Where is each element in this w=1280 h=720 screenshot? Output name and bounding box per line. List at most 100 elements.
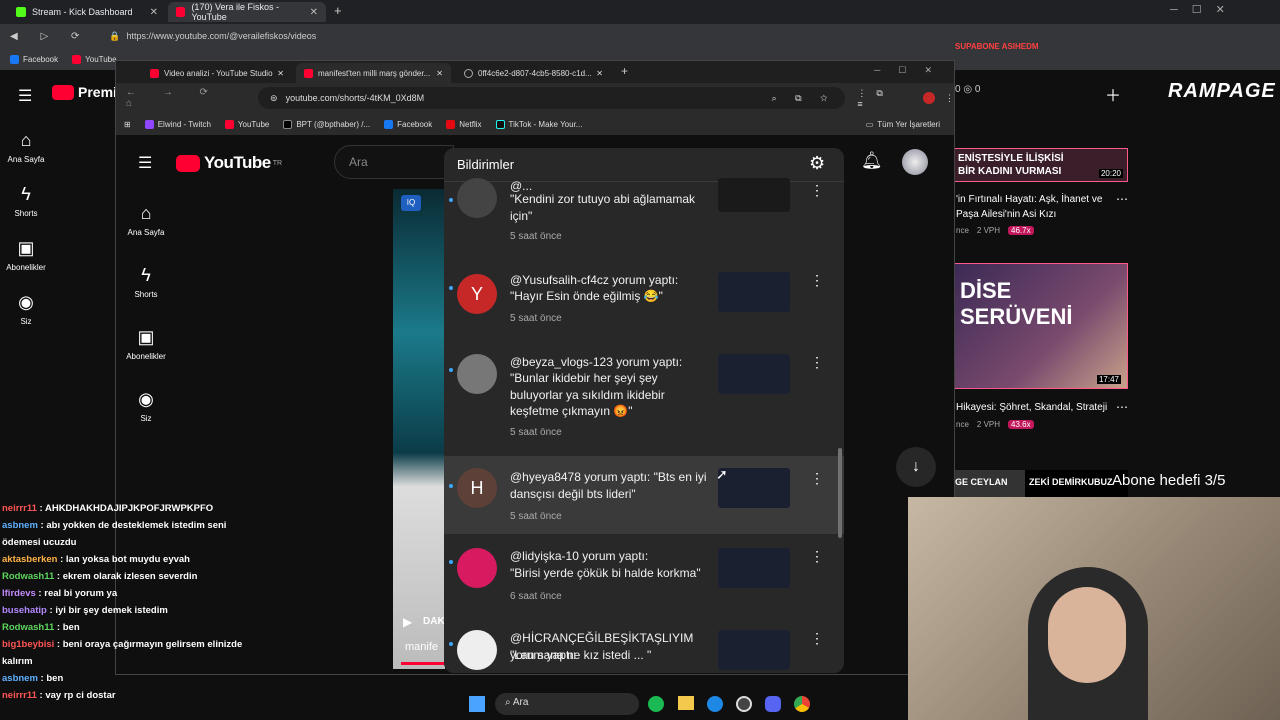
bg-nav-home[interactable]: ⌂ Ana Sayfa bbox=[0, 130, 58, 164]
nav-arrows-icon[interactable]: ◀ ▷ ⟳ bbox=[10, 31, 89, 42]
nav-shorts[interactable]: ϟ Shorts bbox=[114, 265, 178, 299]
more-vert-icon[interactable]: ⋮ bbox=[810, 182, 824, 199]
bg-nav-shorts[interactable]: ϟ Shorts bbox=[0, 184, 58, 218]
menu-icon[interactable]: ☰ bbox=[138, 153, 152, 173]
more-vert-icon[interactable]: ⋮ bbox=[810, 470, 824, 487]
video-title-1[interactable]: 'in Fırtınalı Hayatı: Aşk, İhanet ve Paş… bbox=[956, 192, 1106, 222]
bookmark-label: Facebook bbox=[23, 54, 59, 64]
duration: 17:47 bbox=[1096, 375, 1121, 384]
file-explorer-icon[interactable] bbox=[678, 696, 694, 710]
home-icon: ⌂ bbox=[140, 203, 152, 223]
chrome-icon[interactable] bbox=[794, 696, 810, 712]
inner-address-bar: ← → ⟳ ⌂ ⊜ youtube.com/shorts/-4tKM_0Xd8M… bbox=[116, 83, 954, 113]
all-bookmarks[interactable]: ▭ Tüm Yer İşaretleri bbox=[866, 120, 940, 129]
bookmark-tiktok[interactable]: TikTok - Make Your... bbox=[495, 119, 582, 129]
inner-tab-shorts[interactable]: manifest'ten milli marş gönder... ✕ bbox=[296, 63, 451, 83]
obs-icon[interactable] bbox=[736, 696, 752, 712]
notifications-panel: Bildirimler ⚙ @... "Kendini zor tutuyo a… bbox=[444, 148, 844, 673]
outer-url[interactable]: https://www.youtube.com/@verailefiskos/v… bbox=[127, 31, 317, 41]
globe-icon bbox=[464, 68, 473, 78]
account-avatar[interactable] bbox=[902, 149, 928, 175]
chat-user: asbnem bbox=[2, 673, 38, 684]
notification-thumbnail[interactable] bbox=[718, 548, 790, 588]
more-vert-icon[interactable]: ⋮ bbox=[810, 548, 824, 565]
window-controls-icon[interactable]: ─☐✕ bbox=[874, 65, 950, 76]
chat-line: neirrr11 : AHKDHAKHDAJIPJKPOFJRWPKPFO bbox=[2, 503, 214, 514]
notification-item[interactable]: @HİCRANÇEĞİLBEŞİKTAŞLIYIM yorum yaptı: "… bbox=[444, 622, 844, 673]
scroll-down-icon[interactable]: ↓ bbox=[896, 447, 936, 487]
close-icon[interactable]: ✕ bbox=[596, 69, 603, 78]
bg-nav-you[interactable]: ◉ Siz bbox=[0, 292, 58, 326]
more-icon[interactable]: ⋯ bbox=[1116, 192, 1128, 206]
video-thumbnail-3[interactable]: GE CEYLAN ZEKİ DEMİRKUBUZ bbox=[953, 470, 1128, 498]
windows-start-icon[interactable] bbox=[469, 696, 485, 712]
more-vert-icon[interactable]: ⋮ bbox=[810, 272, 824, 289]
more-vert-icon[interactable]: ⋮ bbox=[810, 354, 824, 371]
site-info-icon[interactable]: ⊜ bbox=[270, 93, 278, 104]
notifications-scrollbar[interactable] bbox=[838, 448, 842, 538]
bookmark-youtube[interactable]: YouTube bbox=[72, 54, 117, 64]
bookmark-twitch[interactable]: Elwind - Twitch bbox=[144, 119, 211, 129]
play-icon[interactable]: ▶ bbox=[403, 615, 412, 629]
extensions-icon[interactable]: ⋮⧉ ≡ bbox=[857, 88, 919, 109]
notification-item[interactable]: Y @Yusufsalih-cf4cz yorum yaptı: "Hayır … bbox=[444, 266, 844, 346]
notification-thumbnail[interactable] bbox=[718, 178, 790, 212]
progress-bar[interactable] bbox=[401, 662, 445, 665]
youtube-studio-icon bbox=[150, 68, 159, 78]
url-field[interactable]: ⊜ youtube.com/shorts/-4tKM_0Xd8M ⌕ ⧉ ☆ bbox=[258, 87, 846, 109]
search-input[interactable]: Ara bbox=[334, 145, 454, 179]
rampage-overlay: RAMPAGE bbox=[1168, 80, 1276, 102]
taskbar: ⌕ Ara bbox=[445, 690, 845, 720]
close-icon[interactable]: ✕ bbox=[436, 69, 443, 78]
notification-item[interactable]: @beyza_vlogs-123 yorum yaptı: "Bunlar ik… bbox=[444, 348, 844, 464]
video-title-2[interactable]: Hikayesi: Şöhret, Skandal, Strateji bbox=[956, 400, 1116, 415]
notification-item[interactable]: @lidyişka-10 yorum yaptı: "Birisi yerde … bbox=[444, 540, 844, 620]
notification-thumbnail[interactable] bbox=[718, 354, 790, 394]
taskbar-search[interactable]: ⌕ Ara bbox=[495, 693, 639, 715]
bookmark-facebook[interactable]: Facebook bbox=[384, 119, 432, 129]
bookmark-youtube[interactable]: YouTube bbox=[224, 119, 269, 129]
profile-avatar[interactable] bbox=[923, 92, 935, 104]
close-icon[interactable]: ✕ bbox=[277, 69, 284, 78]
discord-icon[interactable] bbox=[765, 696, 781, 712]
bookmark-netflix[interactable]: Netflix bbox=[446, 119, 482, 129]
chrome-menu-icon[interactable]: ⋮ bbox=[945, 93, 954, 104]
notification-thumbnail[interactable] bbox=[718, 468, 790, 508]
inner-tab-third[interactable]: 0ff4c6e2-d807-4cb5-8580-c1d... ✕ bbox=[456, 63, 611, 83]
create-icon[interactable]: ＋ bbox=[1105, 82, 1121, 106]
window-controls-icon[interactable]: ─☐✕ bbox=[1170, 3, 1239, 16]
nav-buttons-icon[interactable]: ← → ⟳ ⌂ bbox=[126, 87, 250, 109]
new-tab-icon[interactable]: + bbox=[621, 64, 628, 78]
apps-icon[interactable]: ⊞ bbox=[124, 120, 131, 129]
bookmark-x[interactable]: BPT (@bpthaber) /... bbox=[283, 119, 370, 129]
video-thumbnail-2[interactable]: DİSE SERÜVENİ 17:47 bbox=[953, 263, 1128, 389]
more-vert-icon[interactable]: ⋮ bbox=[810, 630, 824, 647]
outer-tab-youtube[interactable]: (170) Vera ile Fiskos - YouTube ✕ bbox=[168, 2, 326, 22]
notification-thumbnail[interactable] bbox=[718, 272, 790, 312]
new-tab-icon[interactable]: + bbox=[334, 3, 342, 18]
outer-tab-kick[interactable]: Stream - Kick Dashboard ✕ bbox=[8, 2, 166, 22]
notification-bell-icon[interactable]: 🔔︎ bbox=[861, 151, 883, 171]
more-icon[interactable]: ⋯ bbox=[1116, 400, 1128, 414]
notification-thumbnail[interactable] bbox=[718, 630, 790, 670]
shorts-video[interactable]: IQ ▶ DAK manife bbox=[393, 189, 445, 669]
youtube-logo[interactable]: YouTube TR bbox=[176, 153, 282, 173]
inner-tab-studio[interactable]: Video analizi - YouTube Studio ✕ bbox=[142, 63, 292, 83]
bg-nav-subscriptions[interactable]: ▣ Abonelikler bbox=[0, 238, 58, 272]
notification-item[interactable]: @... "Kendini zor tutuyo abi ağlamamak i… bbox=[444, 178, 844, 250]
unread-dot bbox=[449, 198, 453, 202]
video-thumbnail-1[interactable]: ENİŞTESİYLE İLİŞKİSİ BİR KADINI VURMASI … bbox=[953, 148, 1128, 182]
spotify-icon[interactable] bbox=[648, 696, 664, 712]
address-actions-icon[interactable]: ⌕ ⧉ ☆ bbox=[772, 93, 836, 104]
nav-subscriptions[interactable]: ▣ Abonelikler bbox=[114, 327, 178, 361]
close-icon[interactable]: ✕ bbox=[310, 7, 318, 18]
bookmark-facebook[interactable]: Facebook bbox=[10, 54, 59, 64]
notification-item[interactable]: H @hyeya8478 yorum yaptı: "Bts en iyi da… bbox=[444, 456, 844, 534]
close-icon[interactable]: ✕ bbox=[150, 7, 158, 18]
menu-icon[interactable]: ☰ bbox=[18, 86, 32, 106]
nav-you[interactable]: ◉ Siz bbox=[114, 389, 178, 423]
bookmark-label: Netflix bbox=[459, 119, 482, 129]
browser-icon[interactable] bbox=[707, 696, 723, 712]
nav-home[interactable]: ⌂ Ana Sayfa bbox=[114, 203, 178, 237]
settings-gear-icon[interactable]: ⚙ bbox=[809, 153, 825, 174]
